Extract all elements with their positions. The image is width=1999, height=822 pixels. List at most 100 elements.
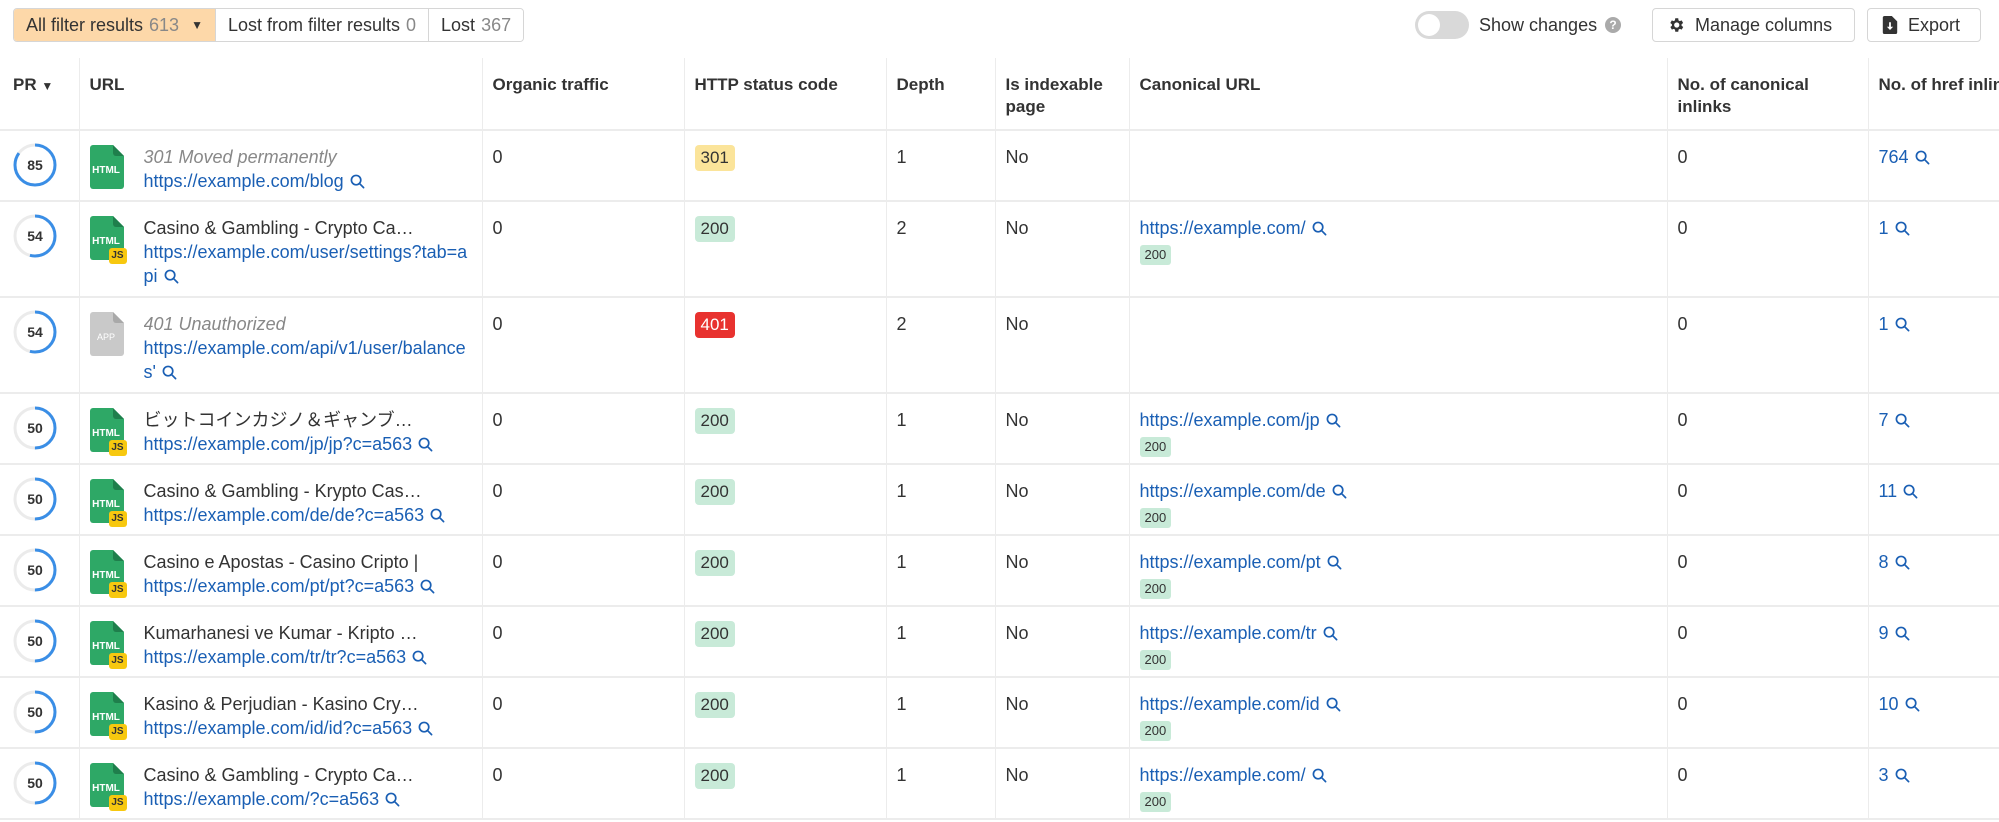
pr-score-ring: 54	[13, 214, 57, 258]
depth-cell: 1	[886, 677, 996, 749]
canonical-url-link[interactable]: https://example.com/tr	[1140, 623, 1317, 643]
pr-score-ring: 50	[13, 690, 57, 734]
pr-value: 85	[27, 157, 43, 173]
search-icon[interactable]	[418, 721, 433, 736]
canonical-url-link[interactable]: https://example.com/id	[1140, 694, 1320, 714]
search-icon[interactable]	[1895, 768, 1910, 783]
column-header-pr[interactable]: PR ▼	[0, 58, 80, 131]
search-icon[interactable]	[1915, 150, 1930, 165]
table-row: 54 APP 401 Unauthorized https://example.…	[0, 297, 1999, 394]
http-status-badge: 200	[694, 692, 735, 718]
href-inlinks-link[interactable]: 7	[1879, 410, 1889, 430]
filter-count: 0	[406, 14, 417, 35]
canonical-url-link[interactable]: https://example.com/	[1140, 765, 1306, 785]
pr-value: 54	[27, 228, 43, 244]
column-header-canonical-inlinks[interactable]: No. of canonical inlinks	[1667, 58, 1869, 131]
show-changes-toggle[interactable]	[1415, 11, 1469, 39]
page-title: Kasino & Perjudian - Kasino Cry…	[143, 694, 419, 714]
search-icon[interactable]	[1312, 221, 1327, 236]
page-url-link[interactable]: https://example.com/pt/pt?c=a563	[144, 576, 415, 596]
search-icon[interactable]	[1905, 697, 1920, 712]
canonical-status-badge: 200	[1139, 792, 1172, 812]
indexable-cell: No	[995, 297, 1130, 394]
search-icon[interactable]	[1895, 221, 1910, 236]
search-icon[interactable]	[1326, 413, 1341, 428]
search-icon[interactable]	[350, 174, 365, 189]
canonical-inlinks-cell: 0	[1667, 606, 1869, 678]
html-file-icon: HTML JS	[89, 550, 127, 598]
search-icon[interactable]	[412, 650, 427, 665]
page-url-link[interactable]: https://example.com/user/settings?tab=ap…	[144, 242, 468, 286]
pr-score-ring: 50	[13, 761, 57, 805]
page-url-link[interactable]: https://example.com/?c=a563	[144, 789, 380, 809]
show-changes-control: Show changes ?	[1415, 10, 1622, 40]
canonical-url-link[interactable]: https://example.com/pt	[1140, 552, 1321, 572]
search-icon[interactable]	[1323, 626, 1338, 641]
filter-lost-button[interactable]: Lost 367	[429, 9, 524, 41]
href-inlinks-link[interactable]: 1	[1879, 218, 1889, 238]
href-inlinks-link[interactable]: 3	[1879, 765, 1889, 785]
filter-all-results-button[interactable]: All filter results 613 ▼	[14, 9, 216, 41]
column-header-label: PR	[13, 75, 37, 94]
search-icon[interactable]	[1326, 697, 1341, 712]
page-url-link[interactable]: https://example.com/de/de?c=a563	[144, 505, 425, 525]
page-url-link[interactable]: https://example.com/blog	[144, 171, 344, 191]
href-inlinks-link[interactable]: 1	[1879, 314, 1889, 334]
manage-columns-label: Manage columns	[1695, 14, 1833, 35]
canonical-url-link[interactable]: https://example.com/de	[1140, 481, 1326, 501]
canonical-url-cell: https://example.com/ 200	[1129, 201, 1668, 298]
export-button[interactable]: Export	[1867, 8, 1981, 42]
page-url-link[interactable]: https://example.com/id/id?c=a563	[144, 718, 413, 738]
column-header-http-status[interactable]: HTTP status code	[684, 58, 887, 131]
canonical-url-link[interactable]: https://example.com/jp	[1140, 410, 1320, 430]
pr-value: 50	[27, 633, 43, 649]
page-title: Casino & Gambling - Krypto Cas…	[143, 481, 422, 501]
organic-traffic-cell: 0	[482, 201, 685, 298]
href-inlinks-link[interactable]: 764	[1879, 147, 1909, 167]
help-icon[interactable]: ?	[1605, 17, 1622, 33]
filter-lost-from-results-button[interactable]: Lost from filter results 0	[215, 9, 430, 41]
canonical-url-cell: https://example.com/id 200	[1129, 677, 1668, 749]
column-header-organic-traffic[interactable]: Organic traffic	[482, 58, 685, 131]
search-icon[interactable]	[385, 792, 400, 807]
search-icon[interactable]	[1895, 413, 1910, 428]
column-header-canonical-url[interactable]: Canonical URL	[1129, 58, 1668, 131]
page-url-link[interactable]: https://example.com/tr/tr?c=a563	[144, 647, 407, 667]
canonical-url-cell	[1129, 130, 1668, 202]
search-icon[interactable]	[164, 269, 179, 284]
indexable-cell: No	[995, 464, 1130, 536]
page-url-link[interactable]: https://example.com/jp/jp?c=a563	[144, 434, 413, 454]
url-cell: HTML 301 Moved permanently https://examp…	[79, 130, 483, 202]
page-title: 301 Moved permanently	[143, 147, 337, 167]
canonical-status-badge: 200	[1139, 721, 1172, 741]
page-url-link[interactable]: https://example.com/api/v1/user/balances…	[144, 338, 466, 382]
search-icon[interactable]	[1327, 555, 1342, 570]
search-icon[interactable]	[430, 508, 445, 523]
search-icon[interactable]	[1903, 484, 1918, 499]
search-icon[interactable]	[418, 437, 433, 452]
href-inlinks-link[interactable]: 9	[1879, 623, 1889, 643]
search-icon[interactable]	[1895, 626, 1910, 641]
column-header-depth[interactable]: Depth	[886, 58, 996, 131]
href-inlinks-link[interactable]: 10	[1879, 694, 1899, 714]
http-status-badge: 301	[694, 145, 735, 171]
search-icon[interactable]	[162, 365, 177, 380]
search-icon[interactable]	[1332, 484, 1347, 499]
search-icon[interactable]	[420, 579, 435, 594]
html-file-icon: HTML JS	[89, 216, 127, 264]
search-icon[interactable]	[1312, 768, 1327, 783]
page-title: Casino & Gambling - Crypto Ca…	[143, 218, 414, 238]
href-inlinks-link[interactable]: 11	[1879, 481, 1898, 501]
column-header-indexable[interactable]: Is indexable page	[995, 58, 1130, 131]
canonical-url-cell: https://example.com/de 200	[1129, 464, 1668, 536]
column-header-url[interactable]: URL	[79, 58, 483, 131]
column-header-href-inlinks[interactable]: No. of href inlinks	[1868, 58, 1999, 131]
search-icon[interactable]	[1895, 555, 1910, 570]
pr-value: 50	[27, 775, 43, 791]
canonical-url-link[interactable]: https://example.com/	[1140, 218, 1306, 238]
search-icon[interactable]	[1895, 317, 1910, 332]
href-inlinks-link[interactable]: 8	[1879, 552, 1889, 572]
canonical-url-cell: https://example.com/pt 200	[1129, 535, 1668, 607]
manage-columns-button[interactable]: Manage columns	[1652, 8, 1855, 42]
table-row: 85 HTML 301 Moved permanently https://ex…	[0, 130, 1999, 202]
